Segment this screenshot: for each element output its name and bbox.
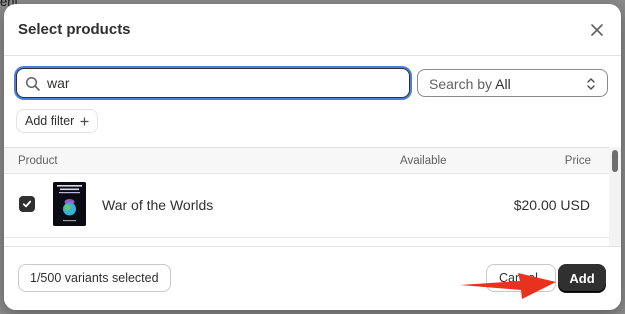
search-by-label: Search by All (429, 76, 511, 92)
add-filter-button[interactable]: Add filter (16, 109, 99, 133)
modal-header: Select products (4, 4, 621, 56)
add-filter-label: Add filter (25, 114, 75, 128)
column-header-product: Product (18, 155, 58, 167)
product-price: $20.00 USD (513, 197, 590, 213)
search-field[interactable] (16, 68, 410, 98)
table-row[interactable]: War of the Worlds $20.00 USD (4, 174, 609, 238)
variants-selected-button[interactable]: 1/500 variants selected (18, 264, 171, 292)
checkmark-icon (22, 200, 32, 208)
product-name: War of the Worlds (102, 197, 214, 213)
add-button[interactable]: Add (558, 264, 606, 292)
search-row: Search by All (16, 68, 609, 98)
search-by-value: All (495, 76, 511, 92)
search-by-prefix: Search by (429, 76, 496, 92)
book-cover-image (53, 182, 86, 226)
close-button[interactable] (585, 18, 609, 42)
modal-title: Select products (18, 21, 131, 38)
scrollbar-thumb[interactable] (612, 150, 618, 172)
select-chevron-icon (587, 78, 595, 90)
product-thumbnail (53, 182, 86, 226)
search-by-select[interactable]: Search by All (417, 69, 608, 97)
search-icon (25, 76, 40, 91)
row-checkbox[interactable] (19, 196, 35, 212)
annotation-arrow-icon (460, 273, 556, 299)
column-header-price: Price (564, 155, 591, 167)
table-header: Product Available Price (4, 147, 609, 174)
plus-icon (80, 117, 89, 125)
column-header-available: Available (400, 155, 447, 167)
search-input[interactable] (47, 72, 397, 94)
close-icon (591, 24, 603, 36)
